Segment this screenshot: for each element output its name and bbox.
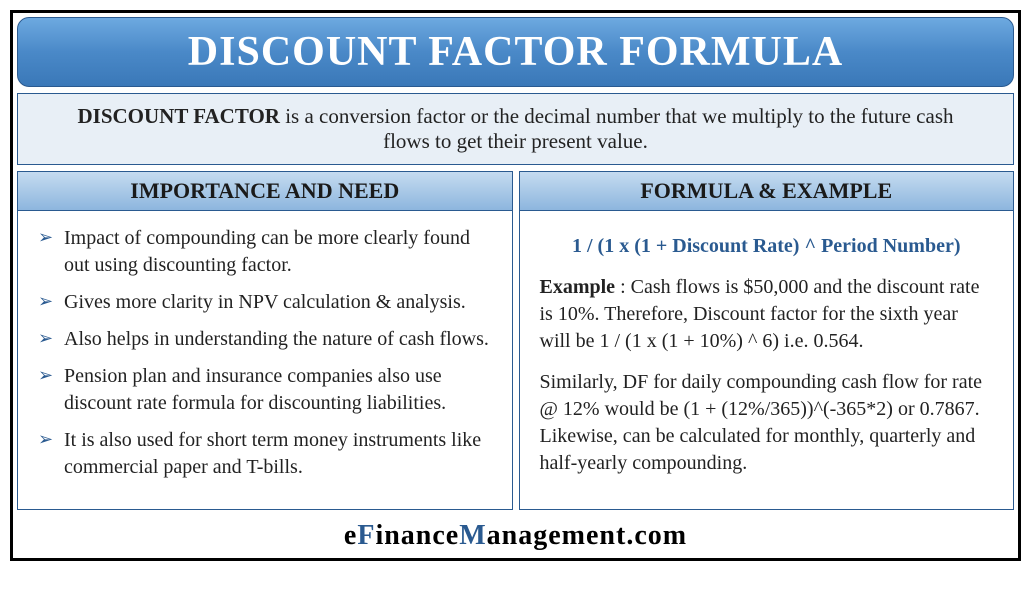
column-formula: FORMULA & EXAMPLE 1 / (1 x (1 + Discount… (519, 171, 1015, 510)
formula-body: 1 / (1 x (1 + Discount Rate) ^ Period Nu… (520, 211, 1014, 509)
list-item: Impact of compounding can be more clearl… (38, 225, 492, 279)
brand-m: M (459, 520, 486, 551)
definition-term: DISCOUNT FACTOR (78, 104, 280, 128)
brand-f: F (357, 520, 375, 551)
importance-header: IMPORTANCE AND NEED (18, 172, 512, 211)
example-paragraph-1: Example : Cash flows is $50,000 and the … (540, 274, 994, 355)
page-title: DISCOUNT FACTOR FORMULA (188, 29, 843, 75)
formula-header: FORMULA & EXAMPLE (520, 172, 1014, 211)
brand-anagement: anagement.com (487, 520, 687, 551)
brand-inance: inance (375, 520, 459, 551)
list-item: It is also used for short term money ins… (38, 427, 492, 481)
definition-box: DISCOUNT FACTOR is a conversion factor o… (17, 93, 1014, 165)
footer-brand: eFinanceManagement.com (17, 510, 1014, 554)
example-paragraph-2: Similarly, DF for daily compounding cash… (540, 369, 994, 477)
importance-list: Impact of compounding can be more clearl… (38, 225, 492, 481)
formula-text: 1 / (1 x (1 + Discount Rate) ^ Period Nu… (540, 233, 994, 260)
list-item: Gives more clarity in NPV calculation & … (38, 289, 492, 316)
list-item: Also helps in understanding the nature o… (38, 326, 492, 353)
title-bar: DISCOUNT FACTOR FORMULA (17, 17, 1014, 87)
document-frame: DISCOUNT FACTOR FORMULA DISCOUNT FACTOR … (10, 10, 1021, 561)
importance-body: Impact of compounding can be more clearl… (18, 211, 512, 509)
columns: IMPORTANCE AND NEED Impact of compoundin… (17, 171, 1014, 510)
example-label: Example (540, 276, 616, 298)
brand-e: e (344, 520, 357, 551)
column-importance: IMPORTANCE AND NEED Impact of compoundin… (17, 171, 513, 510)
definition-text: is a conversion factor or the decimal nu… (280, 104, 954, 153)
list-item: Pension plan and insurance companies als… (38, 363, 492, 417)
